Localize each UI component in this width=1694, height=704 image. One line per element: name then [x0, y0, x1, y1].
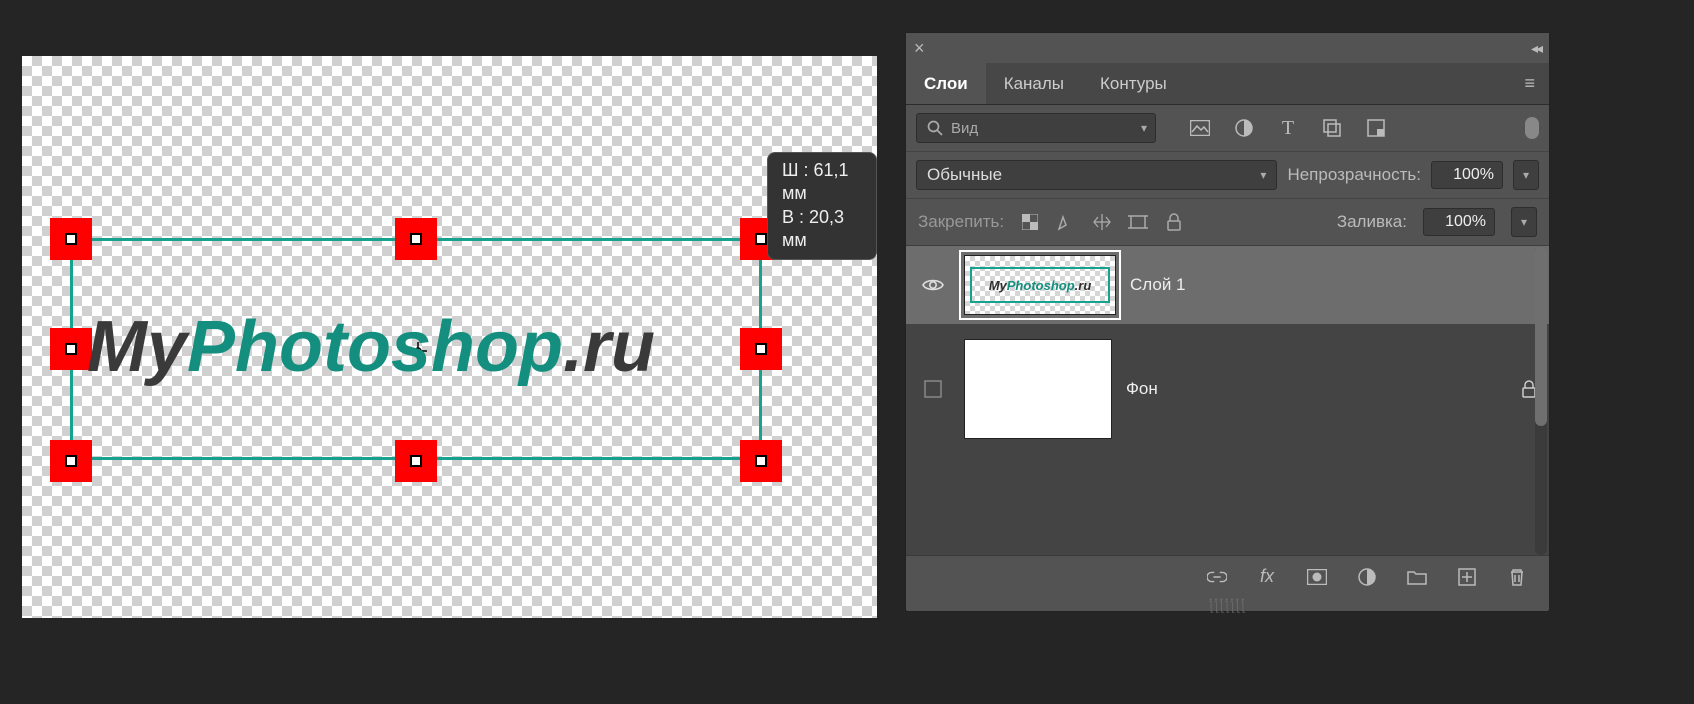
- tooltip-width-label: Ш :: [782, 160, 809, 180]
- layer-fx-icon[interactable]: fx: [1257, 567, 1277, 587]
- layer-row[interactable]: Фон: [906, 324, 1549, 454]
- opacity-flyout-button[interactable]: ▾: [1513, 160, 1539, 190]
- blend-mode-select[interactable]: Обычные ▾: [916, 160, 1277, 190]
- fill-value[interactable]: 100%: [1423, 208, 1495, 236]
- layers-list: MyPhotoshop.ru Слой 1 Фон: [906, 246, 1549, 555]
- handle-bot-right[interactable]: [740, 440, 782, 482]
- logo-part-ru: .ru: [563, 307, 655, 387]
- layer-filter-kind-label: Вид: [951, 120, 978, 137]
- dimensions-tooltip: Ш : 61,1 мм В : 20,3 мм: [767, 152, 877, 260]
- layers-panel[interactable]: × ◂◂ Слои Каналы Контуры ≡ Вид ▾ T Обычн…: [905, 32, 1550, 612]
- logo-part-photoshop: Photoshop: [187, 307, 563, 387]
- canvas-logo-text: MyPhotoshop.ru: [87, 306, 655, 388]
- layer-thumbnail[interactable]: [964, 339, 1112, 439]
- lock-label: Закрепить:: [918, 212, 1004, 232]
- panel-menu-icon[interactable]: ≡: [1510, 73, 1549, 94]
- handle-bot-mid[interactable]: [395, 440, 437, 482]
- chevron-down-icon: ▾: [1260, 168, 1266, 182]
- lock-all-icon[interactable]: [1164, 212, 1184, 232]
- chevron-down-icon: ▾: [1141, 121, 1147, 135]
- panel-tabs: Слои Каналы Контуры ≡: [906, 63, 1549, 105]
- filter-pixel-icon[interactable]: [1190, 118, 1210, 138]
- handle-bot-left[interactable]: [50, 440, 92, 482]
- scrollbar-thumb[interactable]: [1535, 246, 1547, 426]
- lock-artboard-icon[interactable]: [1128, 212, 1148, 232]
- lock-transparency-icon[interactable]: [1020, 212, 1040, 232]
- filter-toggle[interactable]: [1525, 117, 1539, 139]
- new-group-icon[interactable]: [1407, 567, 1427, 587]
- canvas[interactable]: MyPhotoshop.ru Ш : 61,1 мм В : 20,3 мм: [22, 56, 877, 618]
- layer-mask-icon[interactable]: [1307, 567, 1327, 587]
- layers-panel-footer: fx: [906, 555, 1549, 597]
- new-layer-icon[interactable]: [1457, 567, 1477, 587]
- panel-topbar: × ◂◂: [906, 33, 1549, 63]
- blend-opacity-row: Обычные ▾ Непрозрачность: 100% ▾: [906, 152, 1549, 199]
- filter-type-icon[interactable]: T: [1278, 118, 1298, 138]
- visibility-toggle[interactable]: [916, 277, 950, 293]
- opacity-value[interactable]: 100%: [1431, 161, 1503, 189]
- tab-channels[interactable]: Каналы: [986, 63, 1082, 104]
- layer-filter-icons: T: [1190, 118, 1386, 138]
- collapse-icon[interactable]: ◂◂: [1531, 40, 1541, 57]
- link-layers-icon[interactable]: [1207, 567, 1227, 587]
- lock-fill-row: Закрепить: Заливка: 100% ▾: [906, 199, 1549, 246]
- handle-mid-left[interactable]: [50, 328, 92, 370]
- layers-scrollbar[interactable]: [1535, 246, 1547, 555]
- tooltip-height-label: В :: [782, 207, 804, 227]
- handle-mid-right[interactable]: [740, 328, 782, 370]
- logo-part-my: My: [87, 307, 187, 387]
- delete-layer-icon[interactable]: [1507, 567, 1527, 587]
- search-icon: [925, 118, 945, 138]
- visibility-toggle[interactable]: [916, 379, 950, 399]
- layer-thumbnail[interactable]: MyPhotoshop.ru: [964, 255, 1116, 315]
- close-icon[interactable]: ×: [914, 38, 925, 59]
- layer-name[interactable]: Слой 1: [1130, 275, 1186, 295]
- blend-mode-value: Обычные: [927, 165, 1002, 185]
- tab-paths[interactable]: Контуры: [1082, 63, 1185, 104]
- fill-flyout-button[interactable]: ▾: [1511, 207, 1537, 237]
- filter-adjustment-icon[interactable]: [1234, 118, 1254, 138]
- handle-top-mid[interactable]: [395, 218, 437, 260]
- filter-smartobject-icon[interactable]: [1366, 118, 1386, 138]
- lock-image-icon[interactable]: [1056, 212, 1076, 232]
- panel-resize-grip[interactable]: ႞႞႞႞႞႞႞: [906, 597, 1549, 611]
- layer-name[interactable]: Фон: [1126, 379, 1158, 399]
- adjustment-layer-icon[interactable]: [1357, 567, 1377, 587]
- handle-top-left[interactable]: [50, 218, 92, 260]
- filter-shape-icon[interactable]: [1322, 118, 1342, 138]
- layer-row[interactable]: MyPhotoshop.ru Слой 1: [906, 246, 1549, 324]
- layer-filter-kind-select[interactable]: Вид ▾: [916, 113, 1156, 143]
- lock-position-icon[interactable]: [1092, 212, 1112, 232]
- layer-filter-row: Вид ▾ T: [906, 105, 1549, 152]
- tab-layers[interactable]: Слои: [906, 63, 986, 104]
- opacity-label: Непрозрачность:: [1287, 165, 1421, 185]
- fill-label: Заливка:: [1337, 212, 1407, 232]
